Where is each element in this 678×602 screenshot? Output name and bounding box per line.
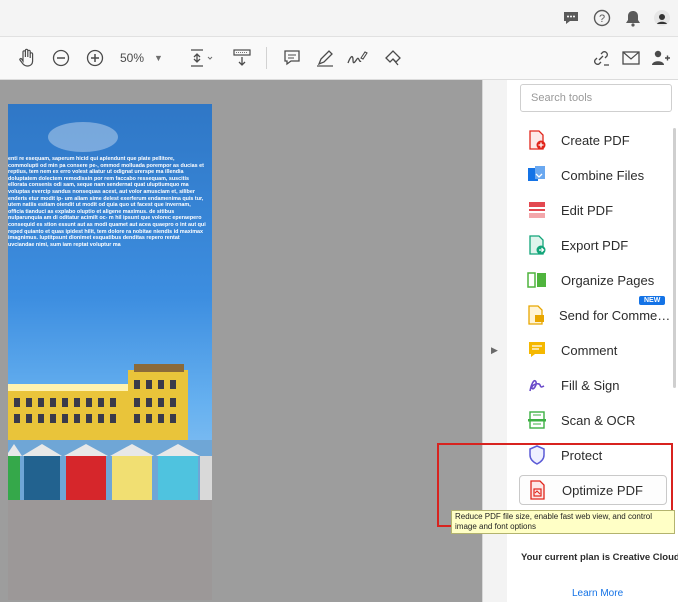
fit-page-icon[interactable] (188, 47, 216, 69)
chevron-down-icon: ▼ (154, 53, 163, 63)
tool-label: Scan & OCR (561, 412, 636, 428)
app-top-bar: ? (0, 0, 678, 37)
tool-label: Comment (561, 342, 618, 358)
optimize-pdf-tooltip: Reduce PDF file size, enable fast web vi… (451, 510, 675, 534)
create-pdf-icon (527, 130, 547, 150)
pen-icon[interactable] (314, 47, 336, 69)
svg-text:?: ? (599, 13, 605, 25)
cloud-shape (48, 122, 118, 152)
share-user-icon[interactable] (650, 47, 672, 69)
scan-ocr-icon (527, 410, 547, 430)
send-for-comment-icon (527, 305, 545, 325)
beach-huts-illustration (8, 440, 212, 518)
tool-combine-files[interactable]: Combine Files (519, 160, 667, 190)
tool-edit-pdf[interactable]: Edit PDF (519, 195, 667, 225)
tool-label: Organize Pages (561, 272, 655, 288)
hand-tool-icon[interactable] (16, 47, 38, 69)
pdf-page: enti re esequam, saperum hicid qui aplen… (8, 104, 212, 600)
tool-export-pdf[interactable]: Export PDF (519, 230, 667, 260)
toolbar-divider (266, 47, 267, 69)
new-badge: NEW (639, 296, 666, 305)
tool-label: Optimize PDF (562, 482, 643, 498)
scroll-mode-icon[interactable] (231, 47, 253, 69)
organize-pages-icon (527, 270, 547, 290)
bell-icon[interactable] (623, 8, 643, 28)
tool-scan-ocr[interactable]: Scan & OCR (519, 405, 667, 435)
fill-sign-icon (527, 375, 547, 395)
tool-organize-pages[interactable]: Organize Pages (519, 265, 667, 295)
tool-optimize-pdf[interactable]: Optimize PDF (519, 475, 667, 505)
protect-icon (527, 445, 547, 465)
tool-label: Protect (561, 447, 603, 463)
optimize-pdf-icon (528, 480, 548, 500)
export-pdf-icon (527, 235, 547, 255)
page-ground (8, 514, 212, 600)
zoom-out-icon[interactable] (50, 47, 72, 69)
tool-label: Send for Comme… (559, 307, 671, 323)
zoom-in-icon[interactable] (84, 47, 106, 69)
tool-protect[interactable]: Protect (519, 440, 667, 470)
zoom-level-dropdown[interactable]: 50% ▼ (120, 49, 174, 67)
tool-label: Fill & Sign (561, 377, 620, 393)
tool-comment[interactable]: Comment (519, 335, 667, 365)
tool-label: Export PDF (561, 237, 629, 253)
tool-label: Create PDF (561, 132, 630, 148)
sign-icon[interactable] (346, 47, 368, 69)
expand-arrow-icon[interactable]: ▶ (491, 345, 498, 356)
stamp-icon[interactable] (382, 47, 404, 69)
panel-scrollbar[interactable] (673, 128, 676, 388)
zoom-level-value: 50% (120, 51, 145, 65)
edit-pdf-icon (527, 200, 547, 220)
mail-icon[interactable] (620, 47, 642, 69)
tool-create-pdf[interactable]: Create PDF (519, 125, 667, 155)
tool-label: Edit PDF (561, 202, 614, 218)
comment-icon[interactable] (281, 47, 303, 69)
link-icon[interactable] (590, 47, 612, 69)
combine-files-icon (527, 165, 547, 185)
search-placeholder: Search tools (531, 92, 593, 104)
search-tools-input[interactable]: Search tools (520, 84, 672, 112)
help-icon[interactable]: ? (592, 8, 612, 28)
plan-text: Your current plan is Creative Cloud (521, 552, 678, 563)
comment-tool-icon (527, 340, 547, 360)
tool-send-for-comment[interactable]: Send for Comme… NEW (519, 296, 671, 330)
page-body-text: enti re esequam, saperum hicid qui aplen… (8, 156, 206, 248)
avatar-icon[interactable] (652, 8, 672, 28)
tool-fill-sign[interactable]: Fill & Sign (519, 370, 667, 400)
document-viewport[interactable]: enti re esequam, saperum hicid qui aplen… (0, 80, 482, 602)
document-toolbar: 50% ▼ (0, 37, 678, 80)
learn-more-link[interactable]: Learn More (572, 588, 623, 599)
chat-icon[interactable] (561, 8, 581, 28)
tool-label: Combine Files (561, 167, 645, 183)
